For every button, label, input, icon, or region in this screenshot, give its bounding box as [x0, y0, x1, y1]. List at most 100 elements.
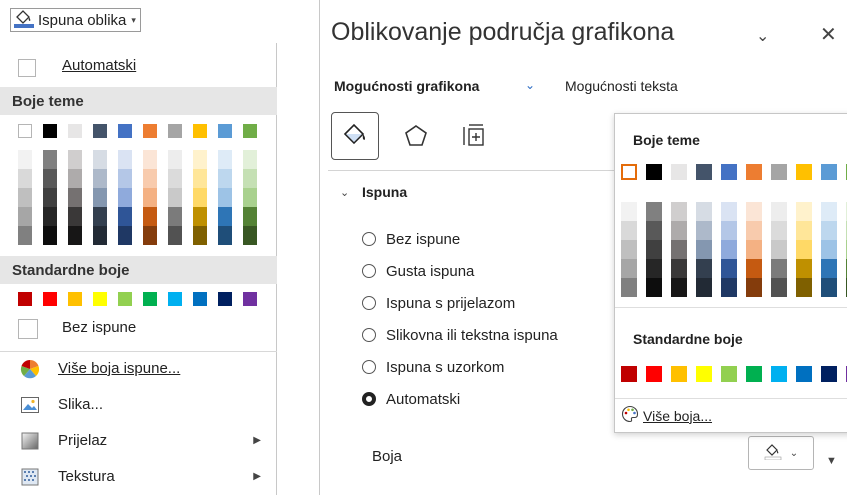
popup-theme-shade-swatch[interactable] [621, 221, 637, 240]
no-fill-menu-item[interactable]: Bez ispune [0, 313, 277, 345]
radio-button[interactable] [362, 296, 376, 310]
automatic-menu-item[interactable]: Automatski [0, 50, 277, 82]
standard-color-swatch[interactable] [143, 292, 157, 306]
theme-shade-swatch[interactable] [168, 150, 182, 169]
popup-theme-shade-swatch[interactable] [646, 278, 662, 297]
more-fill-colors-menu-item[interactable]: Više boja ispune... [0, 353, 277, 385]
popup-theme-shade-swatch[interactable] [621, 259, 637, 278]
popup-theme-color-swatch[interactable] [646, 164, 662, 180]
theme-shade-swatch[interactable] [243, 169, 257, 188]
popup-theme-shade-swatch[interactable] [646, 202, 662, 221]
theme-color-swatch[interactable] [43, 124, 57, 138]
radio-picture-texture-fill[interactable]: Slikovna ili tekstna ispuna [362, 324, 558, 346]
effects-tab-icon[interactable] [392, 112, 440, 160]
theme-shade-swatch[interactable] [218, 226, 232, 245]
popup-standard-color-swatch[interactable] [621, 366, 637, 382]
theme-shade-swatch[interactable] [68, 150, 82, 169]
theme-shade-swatch[interactable] [18, 150, 32, 169]
popup-theme-shade-swatch[interactable] [696, 221, 712, 240]
popup-theme-color-swatch[interactable] [746, 164, 762, 180]
popup-theme-shade-swatch[interactable] [746, 240, 762, 259]
theme-shade-swatch[interactable] [118, 188, 132, 207]
popup-theme-shade-swatch[interactable] [746, 202, 762, 221]
popup-theme-shade-swatch[interactable] [721, 202, 737, 221]
popup-theme-color-swatch[interactable] [696, 164, 712, 180]
popup-theme-shade-swatch[interactable] [721, 221, 737, 240]
theme-shade-swatch[interactable] [193, 226, 207, 245]
theme-shade-swatch[interactable] [193, 207, 207, 226]
popup-theme-shade-swatch[interactable] [696, 240, 712, 259]
standard-color-swatch[interactable] [93, 292, 107, 306]
standard-color-swatch[interactable] [118, 292, 132, 306]
theme-shade-swatch[interactable] [43, 207, 57, 226]
popup-theme-shade-swatch[interactable] [796, 221, 812, 240]
popup-theme-color-swatch[interactable] [771, 164, 787, 180]
popup-theme-shade-swatch[interactable] [721, 259, 737, 278]
popup-theme-shade-swatch[interactable] [821, 240, 837, 259]
popup-theme-shade-swatch[interactable] [771, 202, 787, 221]
popup-theme-color-swatch[interactable] [671, 164, 687, 180]
popup-theme-shade-swatch[interactable] [746, 221, 762, 240]
theme-shade-swatch[interactable] [118, 150, 132, 169]
theme-color-swatch[interactable] [218, 124, 232, 138]
popup-standard-color-swatch[interactable] [796, 366, 812, 382]
popup-theme-shade-swatch[interactable] [621, 278, 637, 297]
theme-shade-swatch[interactable] [143, 226, 157, 245]
popup-standard-color-swatch[interactable] [771, 366, 787, 382]
fill-section-heading[interactable]: Ispuna [362, 184, 407, 200]
popup-theme-shade-swatch[interactable] [821, 202, 837, 221]
popup-theme-shade-swatch[interactable] [821, 278, 837, 297]
theme-shade-swatch[interactable] [168, 226, 182, 245]
radio-solid-fill[interactable]: Gusta ispuna [362, 260, 474, 282]
popup-theme-shade-swatch[interactable] [646, 240, 662, 259]
theme-shade-swatch[interactable] [168, 188, 182, 207]
popup-standard-color-swatch[interactable] [671, 366, 687, 382]
theme-shade-swatch[interactable] [43, 169, 57, 188]
theme-shade-swatch[interactable] [243, 207, 257, 226]
theme-shade-swatch[interactable] [18, 188, 32, 207]
popup-standard-color-swatch[interactable] [646, 366, 662, 382]
popup-theme-shade-swatch[interactable] [696, 278, 712, 297]
size-properties-tab-icon[interactable] [450, 112, 498, 160]
theme-shade-swatch[interactable] [143, 150, 157, 169]
tab-text-options[interactable]: Mogućnosti teksta [565, 78, 678, 94]
radio-button[interactable] [362, 328, 376, 342]
popup-standard-color-swatch[interactable] [746, 366, 762, 382]
theme-shade-swatch[interactable] [18, 169, 32, 188]
popup-theme-color-swatch[interactable] [721, 164, 737, 180]
popup-theme-shade-swatch[interactable] [621, 240, 637, 259]
theme-shade-swatch[interactable] [243, 188, 257, 207]
radio-button[interactable] [362, 232, 376, 246]
popup-theme-shade-swatch[interactable] [796, 240, 812, 259]
fill-line-tab-icon[interactable] [331, 112, 379, 160]
popup-theme-shade-swatch[interactable] [771, 240, 787, 259]
theme-shade-swatch[interactable] [43, 150, 57, 169]
theme-shade-swatch[interactable] [193, 188, 207, 207]
shape-fill-button[interactable]: Ispuna oblika ▾ [10, 8, 141, 32]
theme-shade-swatch[interactable] [118, 226, 132, 245]
theme-color-swatch[interactable] [143, 124, 157, 138]
popup-theme-shade-swatch[interactable] [796, 259, 812, 278]
popup-theme-shade-swatch[interactable] [771, 278, 787, 297]
standard-color-swatch[interactable] [18, 292, 32, 306]
radio-pattern-fill[interactable]: Ispuna s uzorkom [362, 356, 504, 378]
popup-theme-shade-swatch[interactable] [671, 259, 687, 278]
theme-shade-swatch[interactable] [168, 207, 182, 226]
popup-theme-shade-swatch[interactable] [796, 278, 812, 297]
gradient-menu-item[interactable]: Prijelaz ▶ [0, 425, 277, 457]
texture-menu-item[interactable]: Tekstura ▶ [0, 461, 277, 493]
standard-color-swatch[interactable] [218, 292, 232, 306]
theme-shade-swatch[interactable] [93, 207, 107, 226]
theme-shade-swatch[interactable] [218, 169, 232, 188]
popup-theme-shade-swatch[interactable] [771, 259, 787, 278]
popup-standard-color-swatch[interactable] [721, 366, 737, 382]
popup-theme-shade-swatch[interactable] [746, 259, 762, 278]
theme-shade-swatch[interactable] [18, 207, 32, 226]
theme-shade-swatch[interactable] [93, 150, 107, 169]
theme-shade-swatch[interactable] [68, 207, 82, 226]
popup-theme-shade-swatch[interactable] [696, 202, 712, 221]
standard-color-swatch[interactable] [193, 292, 207, 306]
radio-gradient-fill[interactable]: Ispuna s prijelazom [362, 292, 515, 314]
standard-color-swatch[interactable] [168, 292, 182, 306]
theme-shade-swatch[interactable] [193, 150, 207, 169]
